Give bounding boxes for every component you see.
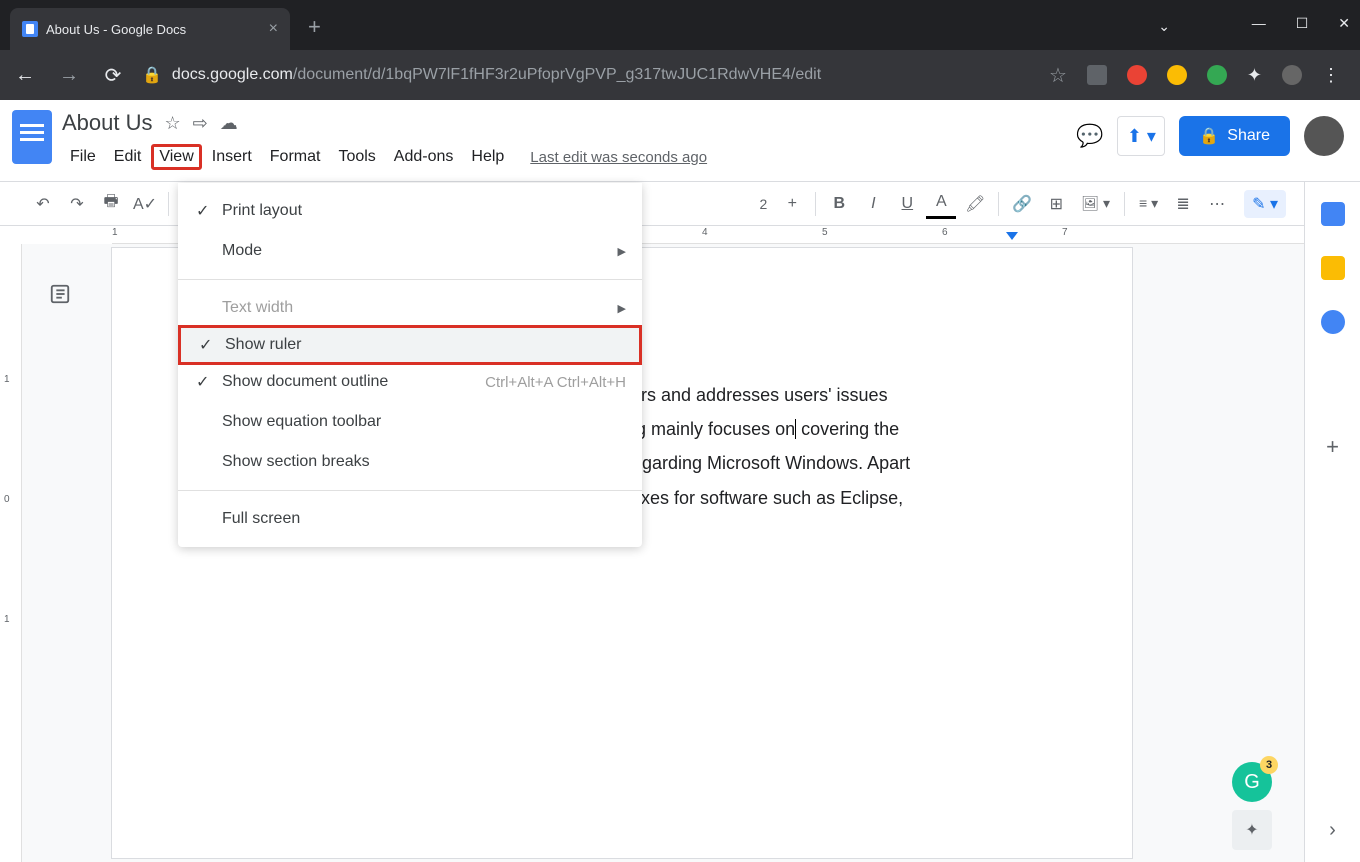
menu-view[interactable]: View [151,144,201,170]
minimize-icon[interactable]: — [1252,15,1266,32]
hide-sidepanel-button[interactable]: › [1329,819,1336,842]
calendar-app-icon[interactable] [1321,202,1345,226]
grammarly-badge: 3 [1260,756,1278,774]
share-button[interactable]: 🔒 Share [1179,116,1290,156]
tab-search-icon[interactable]: ⌄ [1158,18,1170,35]
insert-image-button[interactable]: 🖼 ▾ [1075,195,1116,212]
menu-help[interactable]: Help [463,144,512,170]
highlight-button[interactable]: 🖍 [960,189,990,219]
extension-icon-1[interactable] [1087,65,1107,85]
close-window-icon[interactable]: ✕ [1338,15,1350,32]
submenu-arrow-icon: ▶ [618,245,626,258]
keep-app-icon[interactable] [1321,256,1345,280]
checkmark-icon: ✓ [199,335,225,355]
extension-icon-4[interactable] [1207,65,1227,85]
star-icon[interactable]: ☆ [165,113,181,134]
profile-avatar-icon[interactable] [1282,65,1302,85]
extension-icon-3[interactable] [1167,65,1187,85]
address-bar[interactable]: 🔒 docs.google.com/document/d/1bqPW7lF1fH… [142,65,1029,85]
line-spacing-button[interactable]: ≣ [1168,189,1198,219]
bookmark-star-icon[interactable]: ☆ [1043,63,1073,88]
menu-mode[interactable]: Mode ▶ [178,231,642,271]
tasks-app-icon[interactable] [1321,310,1345,334]
menu-tools[interactable]: Tools [330,144,383,170]
undo-button[interactable]: ↶ [28,189,58,219]
present-button[interactable]: ⬆ ▾ [1117,116,1165,156]
menu-format[interactable]: Format [262,144,329,170]
back-button[interactable]: ← [10,64,40,87]
menu-insert[interactable]: Insert [204,144,260,170]
underline-button[interactable]: U [892,189,922,219]
url-path: /document/d/1bqPW7lF1fHF3r2uPfoprVgPVP_g… [293,66,821,83]
print-button[interactable]: 🖶 [96,189,126,219]
more-button[interactable]: ⋯ [1202,189,1232,219]
menu-edit[interactable]: Edit [106,144,150,170]
account-avatar[interactable] [1304,116,1344,156]
tab-title: About Us - Google Docs [46,22,186,37]
maximize-icon[interactable]: ☐ [1296,15,1309,32]
menu-show-equation-toolbar[interactable]: Show equation toolbar [178,402,642,442]
extensions-puzzle-icon[interactable]: ✦ [1247,65,1262,86]
lock-icon-share: 🔒 [1199,126,1219,146]
forward-button[interactable]: → [54,64,84,87]
lock-icon: 🔒 [142,65,162,85]
align-button[interactable]: ≡ ▾ [1133,195,1164,212]
document-title[interactable]: About Us [62,110,153,136]
menu-addons[interactable]: Add-ons [386,144,462,170]
view-menu-dropdown: ✓ Print layout Mode ▶ Text width ▶ ✓ Sho… [178,183,642,547]
menu-full-screen[interactable]: Full screen [178,499,642,539]
explore-button[interactable]: ✦ [1232,810,1272,850]
last-edit-link[interactable]: Last edit was seconds ago [530,149,707,166]
increase-size[interactable]: + [777,189,807,219]
menu-show-outline[interactable]: ✓ Show document outline Ctrl+Alt+A Ctrl+… [178,362,642,402]
menu-file[interactable]: File [62,144,104,170]
docs-logo[interactable] [12,110,52,164]
browser-menu-icon[interactable]: ⋮ [1322,65,1340,86]
menu-print-layout[interactable]: ✓ Print layout [178,191,642,231]
editing-mode-button[interactable]: ✎ ▾ [1244,190,1286,218]
reload-button[interactable]: ⟳ [98,63,128,88]
url-domain: docs.google.com [172,66,293,83]
menu-show-ruler[interactable]: ✓ Show ruler [178,325,642,365]
checkmark-icon: ✓ [196,201,222,221]
redo-button[interactable]: ↷ [62,189,92,219]
move-icon[interactable]: ⇨ [193,113,208,134]
browser-tab[interactable]: About Us - Google Docs × [10,8,290,50]
italic-button[interactable]: I [858,189,888,219]
right-indent-marker[interactable] [1006,232,1018,240]
menu-text-width: Text width ▶ [178,288,642,328]
bold-button[interactable]: B [824,189,854,219]
document-outline-button[interactable] [40,274,80,314]
spellcheck-button[interactable]: A✓ [130,189,160,219]
vertical-ruler[interactable]: 1 0 1 [0,244,22,862]
close-tab-icon[interactable]: × [269,20,278,38]
text-color-button[interactable]: A [926,189,956,219]
new-tab-button[interactable]: + [308,14,321,50]
font-size[interactable]: 2 [754,196,774,212]
comments-icon[interactable]: 💬 [1076,123,1103,149]
add-addon-button[interactable]: + [1326,434,1339,460]
cloud-status-icon[interactable]: ☁ [220,113,238,134]
docs-favicon [22,21,38,37]
insert-comment-button[interactable]: ⊞ [1041,189,1071,219]
checkmark-icon: ✓ [196,372,222,392]
insert-link-button[interactable]: 🔗 [1007,189,1037,219]
side-panel: + › [1304,182,1360,862]
menu-show-section-breaks[interactable]: Show section breaks [178,442,642,482]
extension-icon-2[interactable] [1127,65,1147,85]
submenu-arrow-icon: ▶ [618,302,626,315]
